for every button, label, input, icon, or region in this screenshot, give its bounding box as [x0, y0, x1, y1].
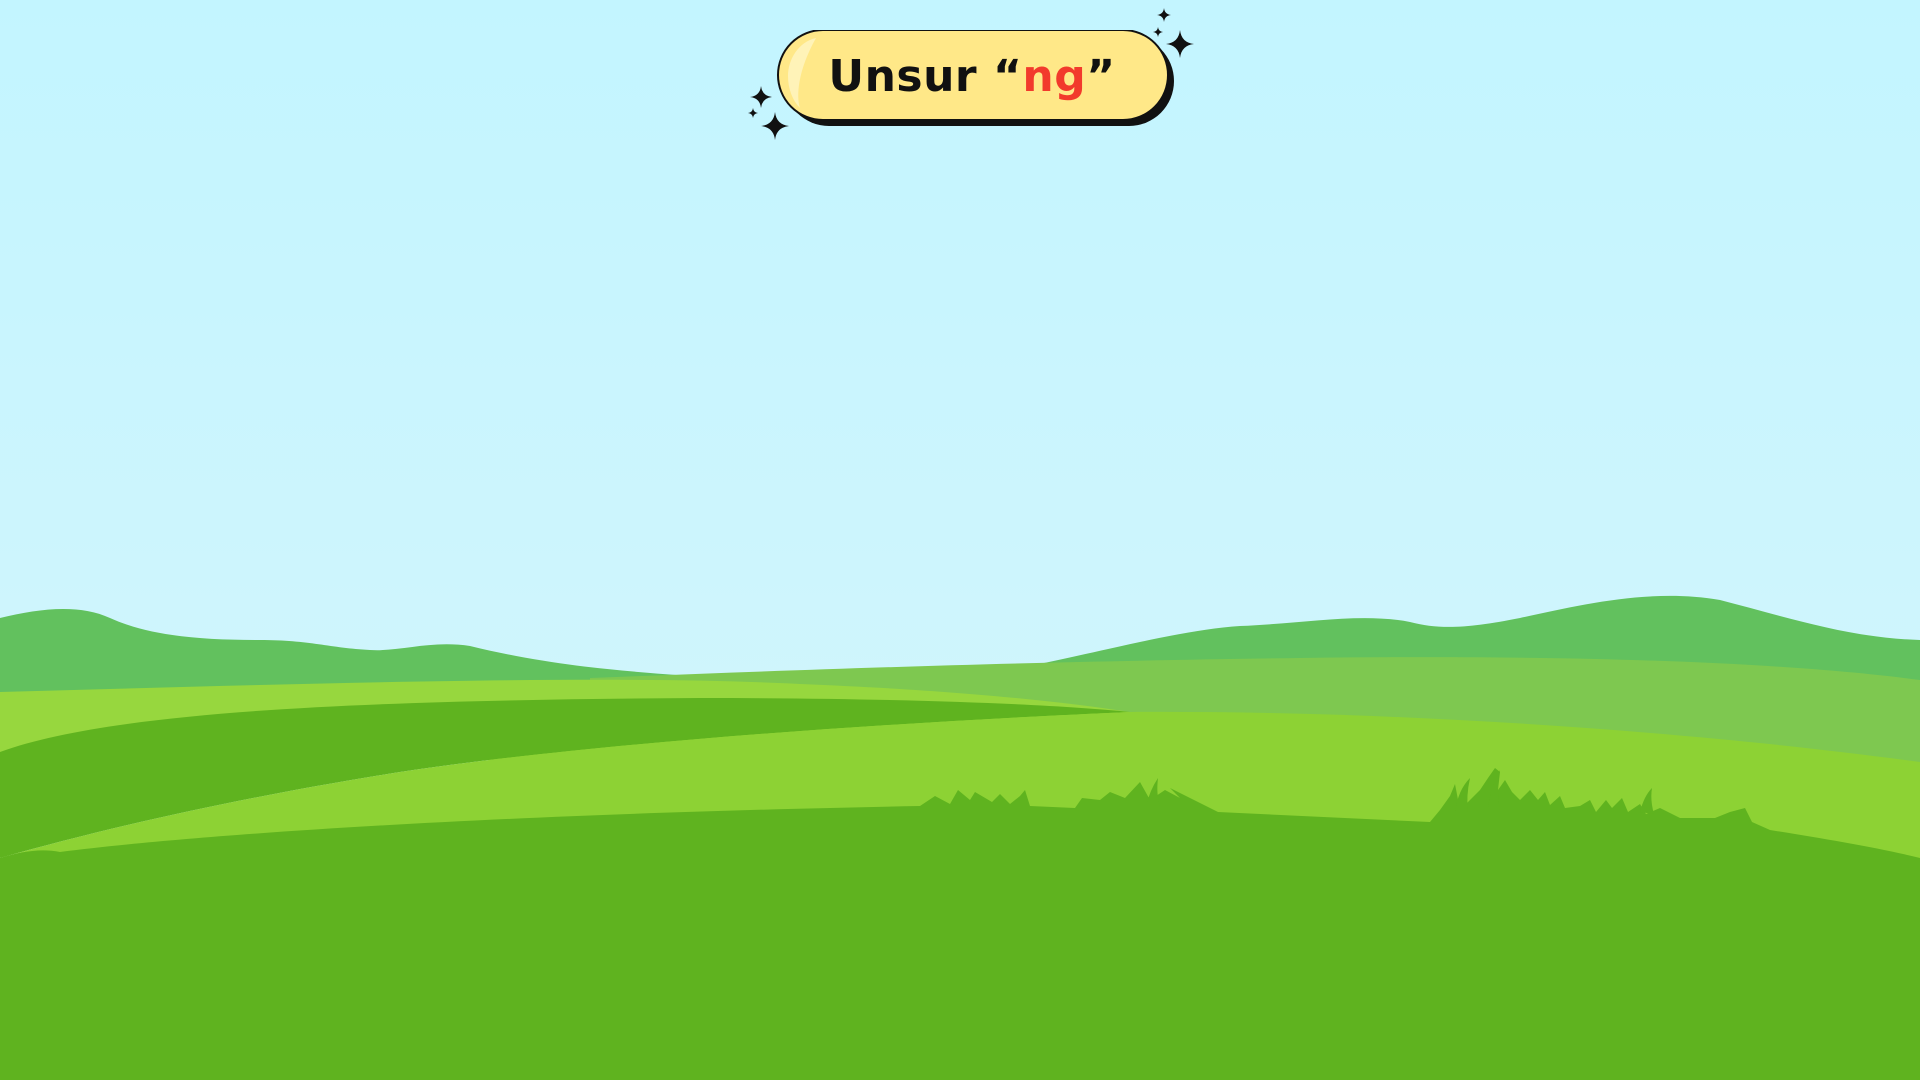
- sparkle-icon: [750, 86, 772, 108]
- sparkle-icon: [1153, 27, 1163, 37]
- title-badge: Unsur “ng”: [776, 30, 1176, 128]
- title-highlight: ng: [1022, 50, 1087, 102]
- sparkle-icon: [1157, 8, 1171, 22]
- title-prefix: Unsur: [828, 50, 993, 102]
- sparkle-icon: [1166, 30, 1194, 58]
- title-close-quote: ”: [1086, 50, 1116, 102]
- meadow-landscape: [0, 0, 1920, 1080]
- sparkle-icon: [748, 108, 758, 118]
- title-open-quote: “: [992, 50, 1023, 102]
- slide-stage: Unsur “ng”: [0, 0, 1920, 1080]
- sparkle-icon: [761, 112, 789, 140]
- slide-title: Unsur “ng”: [776, 30, 1168, 122]
